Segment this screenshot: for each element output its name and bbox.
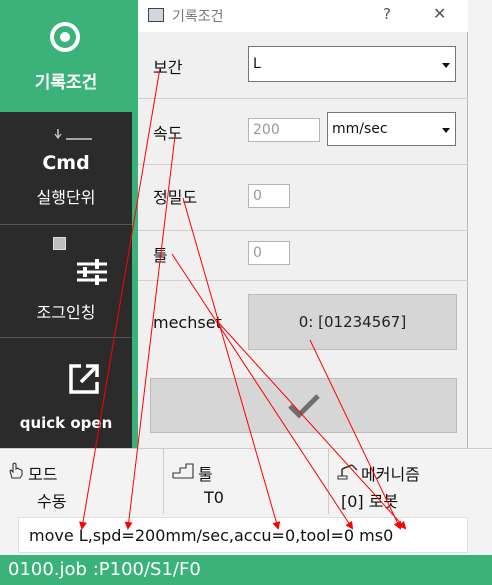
mechanism-title: 메커니즘 (361, 465, 420, 484)
quick-open-label: quick open (19, 414, 113, 432)
job-status-bar: 0100.job :P100/S1/F0 (0, 555, 492, 585)
mechset-label: mechset (153, 313, 222, 332)
window-icon (148, 8, 164, 22)
chevron-down-icon (442, 128, 450, 133)
accuracy-row: 정밀도 0 (138, 164, 468, 231)
confirm-button[interactable] (150, 378, 457, 433)
accuracy-input[interactable]: 0 (248, 184, 290, 208)
speed-unit-select[interactable]: mm/sec (327, 112, 456, 146)
record-condition-button[interactable]: 기록조건 (0, 0, 132, 112)
tool-icon (172, 463, 194, 479)
record-condition-dialog: 기록조건 ? ✕ 보간 L 속도 200 mm/sec 정밀도 0 툴 0 me… (138, 0, 468, 448)
interp-row: 보간 L (138, 32, 468, 99)
sidebar: 기록조건 Cmd 실행단위 조그인칭 quick open (0, 0, 132, 448)
robot-arm-icon (337, 464, 358, 480)
quick-open-button[interactable]: quick open (0, 338, 132, 448)
right-margin (469, 0, 492, 448)
dialog-title: 기록조건 (172, 9, 224, 25)
close-button[interactable]: ✕ (433, 4, 446, 23)
cmd-sub-label: 실행단위 (36, 188, 96, 207)
dialog-titlebar: 기록조건 ? ✕ (138, 0, 468, 32)
tool-status-value: T0 (204, 488, 224, 507)
command-line[interactable]: move L,spd=200mm/sec,accu=0,tool=0 ms0 (18, 517, 468, 553)
mode-title: 모드 (28, 465, 58, 484)
status-panel: 모드 수동 툴 T0 메커니즘 [0] 로봇 (0, 448, 492, 514)
checkbox-indicator (53, 237, 66, 250)
record-condition-label: 기록조건 (34, 73, 98, 93)
jog-inching-label: 조그인칭 (36, 303, 96, 322)
help-button[interactable]: ? (383, 5, 391, 23)
tool-status[interactable]: 툴 T0 (164, 449, 329, 514)
sliders-icon (77, 259, 107, 285)
record-icon (50, 22, 80, 52)
external-link-icon (69, 364, 99, 394)
tool-title: 툴 (198, 465, 213, 484)
tool-label: 툴 (153, 246, 168, 265)
hand-icon (9, 462, 23, 479)
mechset-button[interactable]: 0: [01234567] (248, 294, 457, 350)
checkmark-icon (288, 394, 320, 419)
tool-row: 툴 0 (138, 230, 468, 281)
cmd-label: Cmd (42, 152, 90, 174)
step-icon (54, 129, 92, 140)
interp-value: L (253, 56, 261, 72)
mechset-row: mechset 0: [01234567] (138, 280, 468, 364)
jog-inching-button[interactable]: 조그인칭 (0, 225, 132, 338)
mechanism-status[interactable]: 메커니즘 [0] 로봇 (329, 449, 492, 514)
tool-input[interactable]: 0 (248, 241, 290, 265)
speed-input[interactable]: 200 (248, 118, 320, 142)
speed-row: 속도 200 mm/sec (138, 98, 468, 165)
chevron-down-icon (442, 63, 450, 68)
mode-status[interactable]: 모드 수동 (0, 449, 164, 514)
mode-value: 수동 (37, 492, 67, 511)
speed-label: 속도 (153, 124, 183, 143)
accuracy-label: 정밀도 (153, 188, 198, 207)
cmd-unit-button[interactable]: Cmd 실행단위 (0, 112, 132, 225)
mechanism-value: [0] 로봇 (341, 492, 399, 511)
interp-select[interactable]: L (248, 46, 456, 82)
speed-unit-value: mm/sec (332, 121, 388, 137)
interp-label: 보간 (153, 58, 183, 77)
